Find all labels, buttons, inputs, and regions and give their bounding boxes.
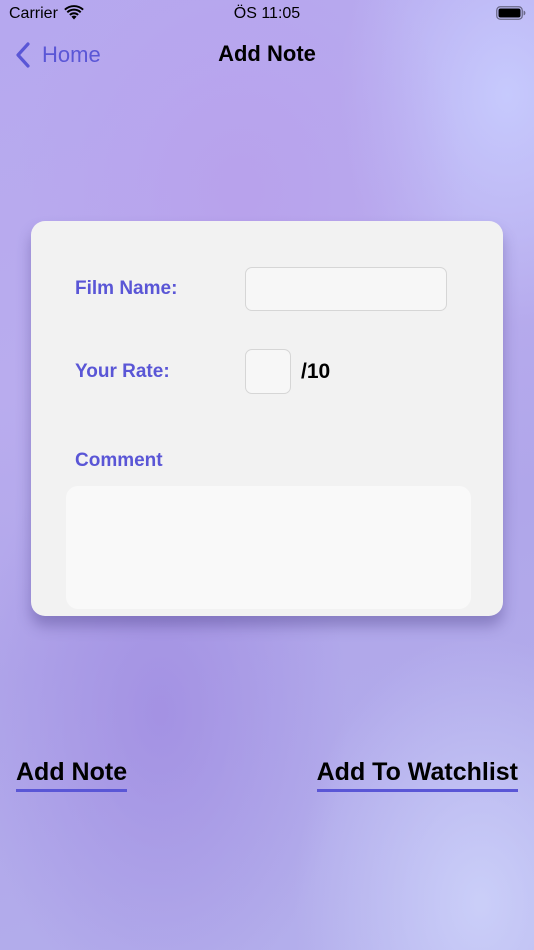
film-name-input[interactable] — [245, 267, 447, 311]
status-bar: Carrier ÖS 11:05 — [0, 0, 534, 28]
battery-icon — [496, 6, 526, 20]
page-title: Add Note — [218, 41, 316, 66]
note-form-card: Film Name: Your Rate: /10 Comment — [31, 221, 503, 616]
rate-suffix: /10 — [301, 360, 331, 383]
add-to-watchlist-button[interactable]: Add To Watchlist — [316, 757, 518, 792]
add-note-button[interactable]: Add Note — [16, 757, 128, 792]
clock: ÖS 11:05 — [233, 5, 301, 22]
comment-textarea[interactable] — [66, 486, 471, 609]
film-name-label: Film Name: — [75, 278, 178, 299]
rate-label: Your Rate: — [75, 361, 170, 382]
comment-label: Comment — [75, 450, 163, 471]
rate-input[interactable] — [245, 349, 291, 394]
